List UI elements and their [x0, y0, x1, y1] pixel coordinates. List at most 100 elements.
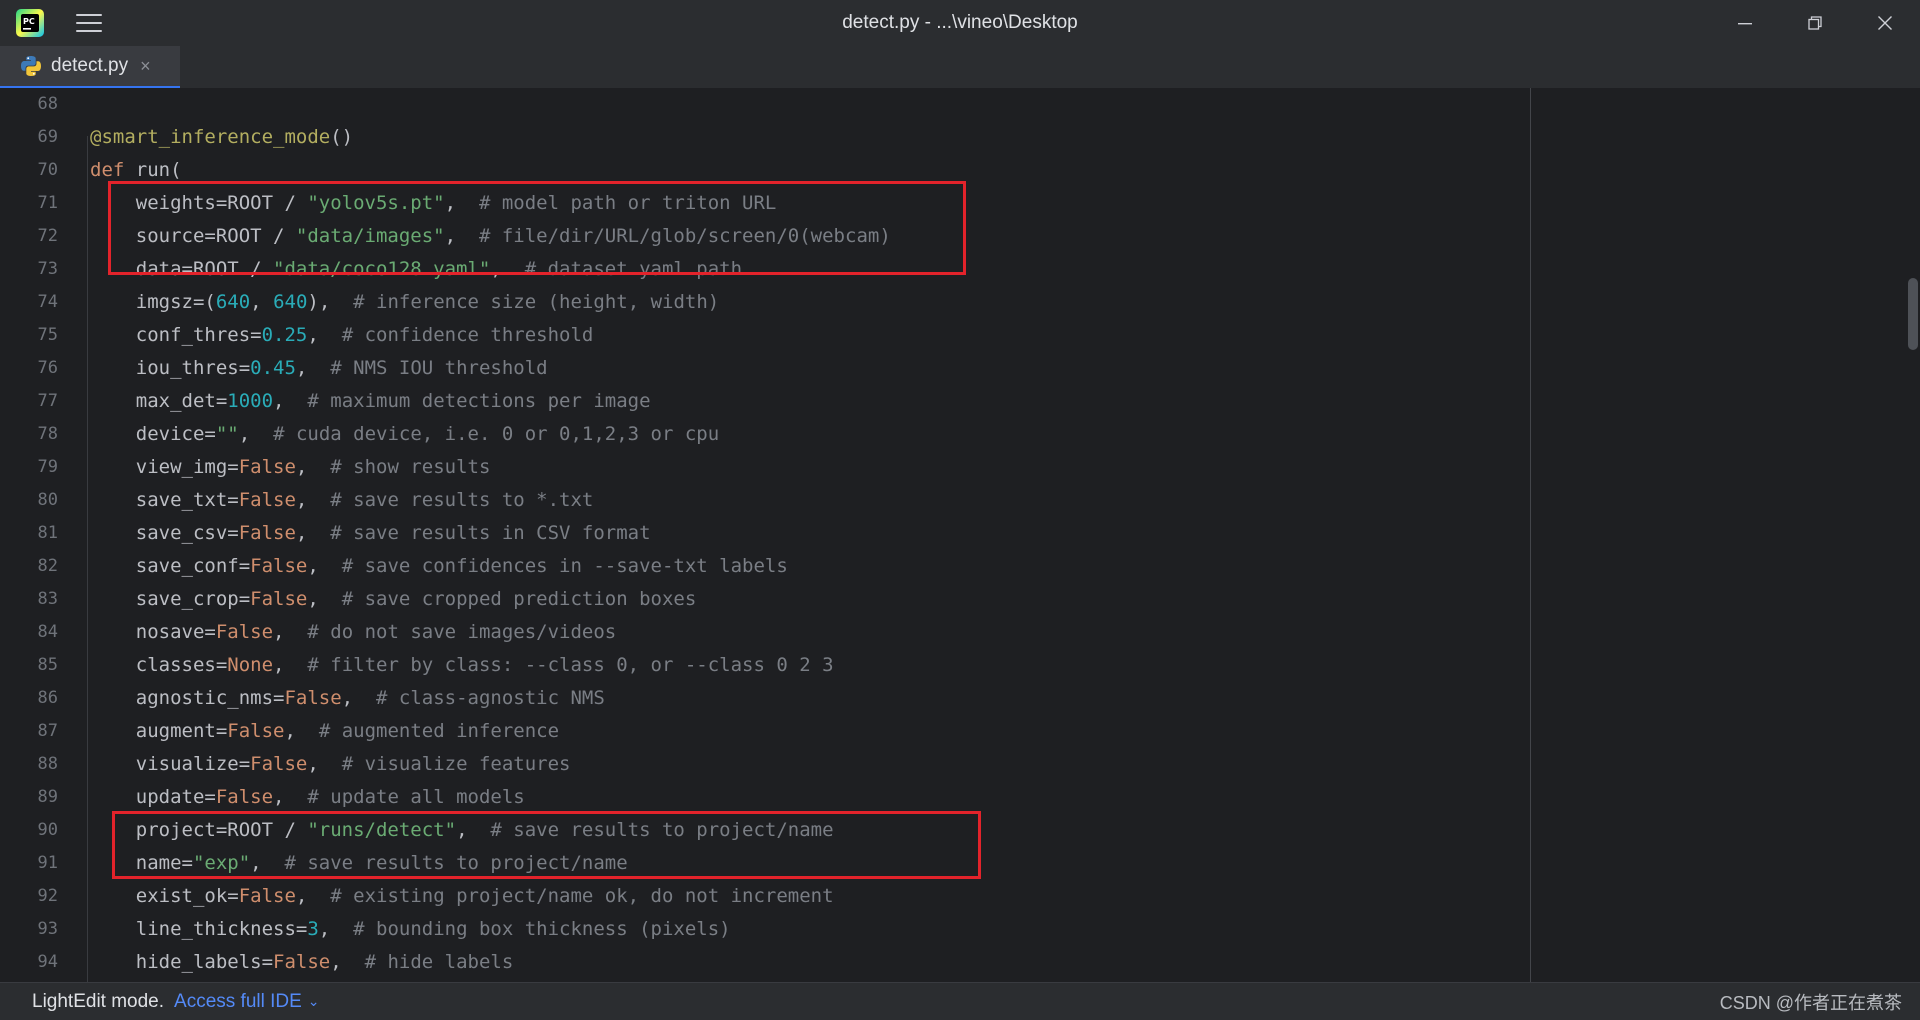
line-number: 71	[37, 193, 58, 213]
code-token: ()	[330, 126, 354, 148]
tab-close-icon[interactable]: ×	[140, 56, 151, 77]
code-token: # class-agnostic NMS	[376, 687, 605, 709]
code-token: # existing project/name ok, do not incre…	[330, 885, 834, 907]
line-number: 88	[37, 754, 58, 774]
code-token: False	[238, 522, 296, 544]
code-token: False	[250, 588, 308, 610]
code-token: @smart_inference_mode	[90, 126, 331, 148]
code-token: ,	[318, 918, 354, 940]
code-token: # show results	[330, 456, 491, 478]
code-token: # confidence threshold	[341, 324, 594, 346]
code-token: # save results to *.txt	[330, 489, 594, 511]
code-line[interactable]: classes=None, # filter by class: --class…	[90, 649, 834, 682]
title-bar: PC detect.py - ...\vineo\Desktop	[0, 0, 1920, 46]
code-line[interactable]: max_det=1000, # maximum detections per i…	[90, 385, 651, 418]
code-token: exist_ok=	[90, 885, 239, 907]
code-token: augment=	[90, 720, 228, 742]
code-token: ,	[295, 885, 331, 907]
code-line[interactable]: imgsz=(640, 640), # inference size (heig…	[90, 286, 719, 319]
code-token: False	[250, 555, 308, 577]
code-token: # visualize features	[341, 753, 571, 775]
line-number: 92	[37, 886, 58, 906]
code-line[interactable]: exist_ok=False, # existing project/name …	[90, 880, 834, 913]
watermark: CSDN @作者正在煮茶	[1719, 993, 1902, 1013]
code-token: save_csv=	[90, 522, 239, 544]
right-margin-guide	[1530, 88, 1531, 982]
minimize-icon	[1738, 23, 1752, 25]
code-token: max_det=	[90, 390, 228, 412]
line-number: 90	[37, 820, 58, 840]
code-token: # save cropped prediction boxes	[341, 588, 697, 610]
code-editor[interactable]: 68 69 70 71 72 73 74 75 76 77 78 79 80 81 82 83 84 85 86 87…	[0, 88, 1920, 982]
python-file-icon	[21, 56, 41, 76]
code-token: ,	[307, 588, 342, 610]
code-line[interactable]: save_txt=False, # save results to *.txt	[90, 484, 594, 517]
code-token: False	[250, 753, 308, 775]
code-line[interactable]: save_csv=False, # save results in CSV fo…	[90, 517, 651, 550]
pycharm-logo-icon[interactable]: PC	[16, 9, 44, 37]
code-token: # NMS IOU threshold	[330, 357, 548, 379]
code-line[interactable]: device="", # cuda device, i.e. 0 or 0,1,…	[90, 418, 719, 451]
code-token: imgsz=(	[90, 291, 216, 313]
code-token: False	[238, 456, 296, 478]
code-line[interactable]: update=False, # update all models	[90, 781, 525, 814]
restore-icon	[1808, 16, 1822, 30]
chevron-down-icon[interactable]: ⌄	[308, 993, 320, 1010]
code-token: # maximum detections per image	[307, 390, 651, 412]
code-line[interactable]: agnostic_nms=False, # class-agnostic NMS	[90, 682, 605, 715]
line-number: 94	[37, 952, 58, 972]
code-line[interactable]: save_crop=False, # save cropped predicti…	[90, 583, 697, 616]
line-number: 86	[37, 688, 58, 708]
editor-tab-bar: detect.py ×	[0, 46, 1920, 89]
lightedit-mode-label: LightEdit mode.	[32, 990, 165, 1012]
code-token: agnostic_nms=	[90, 687, 285, 709]
code-token: nosave=	[90, 621, 216, 643]
status-bar: LightEdit mode. Access full IDE ⌄ CSDN @…	[0, 982, 1920, 1020]
code-token: # save confidences in --save-txt labels	[341, 555, 788, 577]
line-number: 78	[37, 424, 58, 444]
vertical-scrollbar-thumb[interactable]	[1908, 278, 1918, 350]
code-line[interactable]: visualize=False, # visualize features	[90, 748, 571, 781]
line-number: 81	[37, 523, 58, 543]
tab-label: detect.py	[51, 55, 129, 76]
access-full-ide-link[interactable]: Access full IDE	[174, 991, 302, 1013]
code-line[interactable]: line_thickness=3, # bounding box thickne…	[90, 913, 731, 946]
close-window-button[interactable]	[1850, 0, 1920, 46]
code-token: update=	[90, 786, 216, 808]
code-token: 0.45	[250, 357, 296, 379]
code-token: ,	[295, 522, 331, 544]
code-token: # inference size (height, width)	[353, 291, 720, 313]
line-number: 84	[37, 622, 58, 642]
code-token: ,	[273, 390, 308, 412]
code-token: # do not save images/videos	[307, 621, 617, 643]
code-line[interactable]: view_img=False, # show results	[90, 451, 491, 484]
code-token: False	[238, 885, 296, 907]
main-menu-hamburger-icon[interactable]	[76, 12, 102, 34]
line-number: 83	[37, 589, 58, 609]
line-number: 68	[37, 94, 58, 114]
indent-guide	[87, 136, 88, 982]
code-token: def	[90, 159, 136, 181]
code-line[interactable]: conf_thres=0.25, # confidence threshold	[90, 319, 594, 352]
code-token: False	[284, 687, 342, 709]
code-line[interactable]: @smart_inference_mode()	[90, 121, 353, 154]
code-token: # augmented inference	[318, 720, 560, 742]
code-token: classes=	[90, 654, 228, 676]
code-token: conf_thres=	[90, 324, 262, 346]
code-line[interactable]: nosave=False, # do not save images/video…	[90, 616, 616, 649]
code-token: 3	[307, 918, 319, 940]
code-token: # cuda device, i.e. 0 or 0,1,2,3 or cpu	[273, 423, 720, 445]
line-number: 72	[37, 226, 58, 246]
code-line[interactable]: save_conf=False, # save confidences in -…	[90, 550, 788, 583]
minimize-button[interactable]	[1710, 0, 1780, 46]
code-token: iou_thres=	[90, 357, 251, 379]
code-line[interactable]: iou_thres=0.45, # NMS IOU threshold	[90, 352, 548, 385]
code-token: ,	[341, 687, 376, 709]
line-number: 82	[37, 556, 58, 576]
code-line[interactable]: augment=False, # augmented inference	[90, 715, 559, 748]
code-token: # hide labels	[364, 951, 514, 973]
code-line[interactable]: hide_labels=False, # hide labels	[90, 946, 514, 979]
line-number: 80	[37, 490, 58, 510]
tab-detect-py[interactable]: detect.py ×	[0, 46, 180, 88]
restore-button[interactable]	[1780, 0, 1850, 46]
